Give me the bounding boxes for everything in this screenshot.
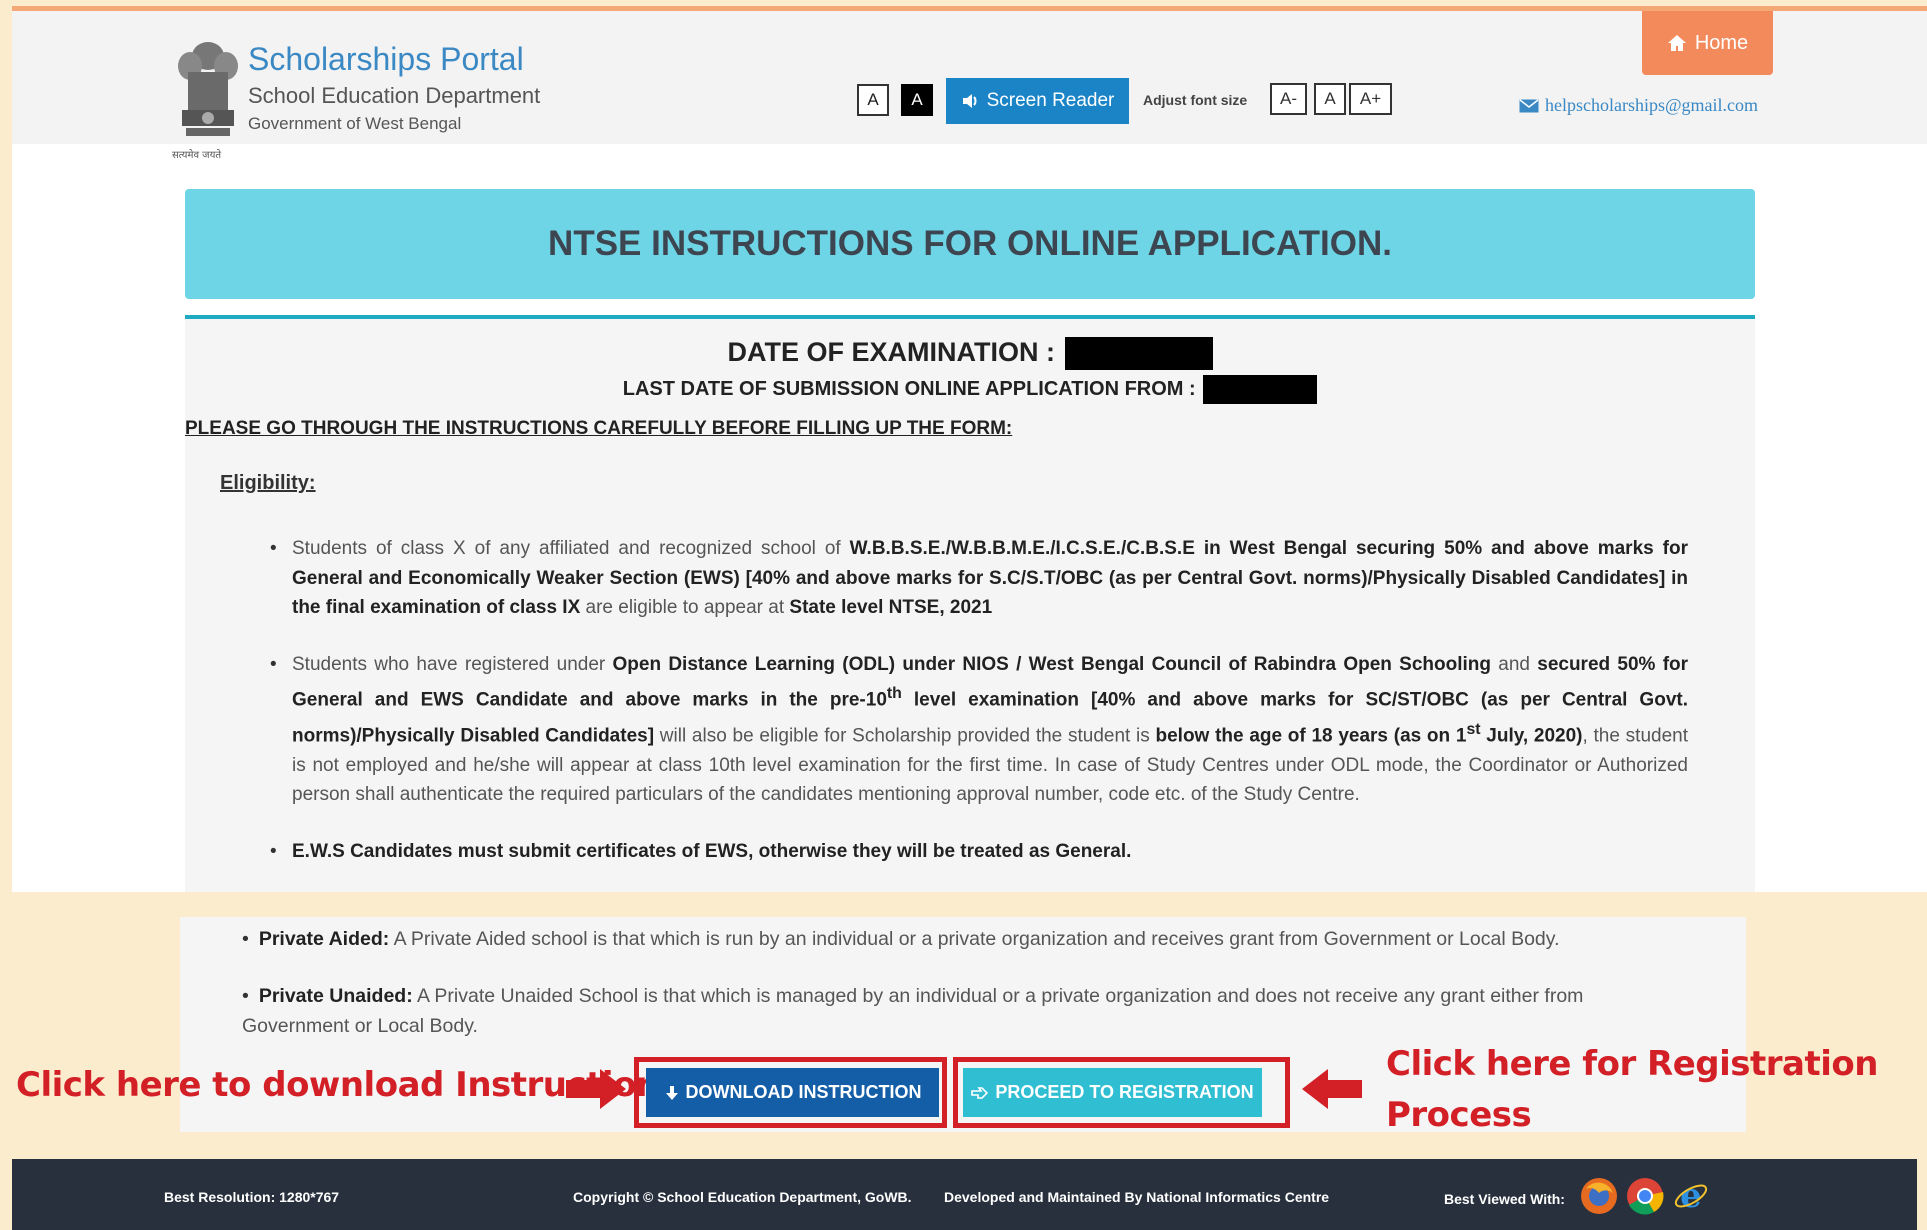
instructions-content: DATE OF EXAMINATION : LAST DATE OF SUBMI…	[185, 319, 1755, 892]
department-name: School Education Department	[248, 83, 541, 108]
screen-reader-button[interactable]: Screen Reader	[946, 78, 1129, 124]
home-button[interactable]: Home	[1642, 11, 1773, 75]
help-email-text: helpscholarships@gmail.com	[1545, 95, 1759, 115]
list-item: • Private Aided: A Private Aided school i…	[242, 924, 1692, 954]
list-item-label: Private Unaided:	[258, 985, 413, 1007]
list-item: E.W.S Candidates must submit certificate…	[270, 837, 1688, 867]
instructions-heading: PLEASE GO THROUGH THE INSTRUCTIONS CAREF…	[185, 418, 1013, 439]
screen-reader-label: Screen Reader	[986, 90, 1115, 111]
last-date-row: LAST DATE OF SUBMISSION ONLINE APPLICATI…	[185, 375, 1755, 404]
list-item-label: Private Aided:	[258, 928, 390, 950]
portal-title[interactable]: Scholarships Portal	[248, 41, 524, 78]
list-item-emphasis: State level NTSE, 2021	[789, 597, 993, 618]
registration-hint-annotation: Click here for Registration Process	[1386, 1044, 1878, 1135]
eligibility-heading-colon: :	[308, 472, 316, 494]
chrome-icon	[1627, 1178, 1664, 1215]
list-item-text: Students who have registered under	[292, 653, 613, 675]
bullet: •	[242, 985, 249, 1007]
page-title: NTSE INSTRUCTIONS FOR ONLINE APPLICATION…	[548, 224, 1392, 263]
home-label: Home	[1694, 31, 1749, 54]
eligibility-list: Students of class X of any affiliated an…	[270, 534, 1688, 892]
arrow-left-icon	[1302, 1069, 1362, 1109]
contrast-light-button[interactable]: A	[857, 84, 889, 116]
arrow-right-icon	[566, 1069, 626, 1109]
register-label: PROCEED TO REGISTRATION	[995, 1082, 1254, 1102]
last-date-redacted	[1203, 375, 1318, 404]
eligibility-heading-text: Eligibility	[220, 472, 309, 494]
list-item-text: A Private Aided school is that which is …	[389, 928, 1560, 950]
bullet: •	[242, 928, 249, 950]
state-emblem-icon	[178, 42, 238, 136]
contrast-dark-button[interactable]: A	[901, 84, 933, 116]
exam-date-row: DATE OF EXAMINATION :	[185, 337, 1755, 371]
list-item-emphasis: July, 2020)	[1480, 725, 1583, 747]
list-item-text: Students of class X of any affiliated an…	[292, 538, 850, 559]
best-viewed-label: Best Viewed With:	[1444, 1191, 1565, 1207]
internet-explorer-icon: e	[1674, 1177, 1708, 1215]
svg-text:e: e	[1680, 1177, 1702, 1215]
download-arrow-icon	[665, 1085, 678, 1100]
list-item: Students of class X of any affiliated an…	[270, 534, 1688, 623]
font-decrease-button[interactable]: A-	[1270, 83, 1307, 115]
home-icon	[1667, 35, 1686, 51]
last-date-label: LAST DATE OF SUBMISSION ONLINE APPLICATI…	[622, 377, 1196, 400]
best-resolution-text: Best Resolution: 1280*767	[164, 1189, 340, 1205]
list-item-emphasis: E.W.S Candidates must submit certificate…	[292, 840, 1132, 862]
site-footer: Best Resolution: 1280*767 Copyright © Sc…	[12, 1159, 1917, 1230]
download-label: DOWNLOAD INSTRUCTION	[685, 1082, 922, 1102]
list-item-emphasis: Open Distance Learning (ODL) under NIOS …	[612, 653, 1492, 675]
list-item: Students who have registered under Open …	[270, 650, 1688, 810]
list-item-text: are eligible to appear at	[580, 597, 790, 618]
help-email-link[interactable]: helpscholarships@gmail.com	[1519, 95, 1758, 116]
list-item-text: A Private Unaided School is that which i…	[242, 985, 1584, 1037]
firefox-icon	[1581, 1178, 1617, 1214]
font-reset-button[interactable]: A	[1314, 83, 1346, 115]
proceed-to-registration-button[interactable]: PROCEED TO REGISTRATION	[963, 1068, 1262, 1117]
eligibility-heading: Eligibility:	[220, 472, 316, 495]
download-instruction-button[interactable]: DOWNLOAD INSTRUCTION	[646, 1068, 939, 1117]
superscript: st	[1466, 720, 1481, 738]
envelope-icon	[1519, 98, 1539, 112]
exam-date-redacted	[1064, 337, 1213, 371]
instructions-page: सत्यमेव जयते Scholarships Portal School …	[12, 6, 1927, 892]
copyright-text: Copyright © School Education Department,…	[573, 1189, 912, 1205]
page-banner: NTSE INSTRUCTIONS FOR ONLINE APPLICATION…	[185, 189, 1755, 299]
exam-date-label: DATE OF EXAMINATION :	[727, 337, 1055, 367]
emblem-caption: सत्यमेव जयते	[172, 150, 222, 161]
developer-credit: Developed and Maintained By National Inf…	[944, 1189, 1330, 1205]
list-item-text: will also be eligible for Scholarship pr…	[654, 725, 1156, 747]
list-item-text: and	[1491, 653, 1538, 675]
hand-pointer-icon	[971, 1086, 989, 1099]
speaker-icon	[962, 94, 977, 108]
adjust-font-label: Adjust font size	[1143, 92, 1248, 108]
list-item: • Private Unaided: A Private Unaided Scho…	[242, 981, 1692, 1041]
government-name: Government of West Bengal	[248, 114, 462, 133]
list-item-emphasis: below the age of 18 years (as on 1	[1155, 725, 1467, 747]
font-increase-button[interactable]: A+	[1349, 83, 1392, 115]
site-header: सत्यमेव जयते Scholarships Portal School …	[12, 11, 1927, 161]
superscript: th	[886, 685, 902, 702]
